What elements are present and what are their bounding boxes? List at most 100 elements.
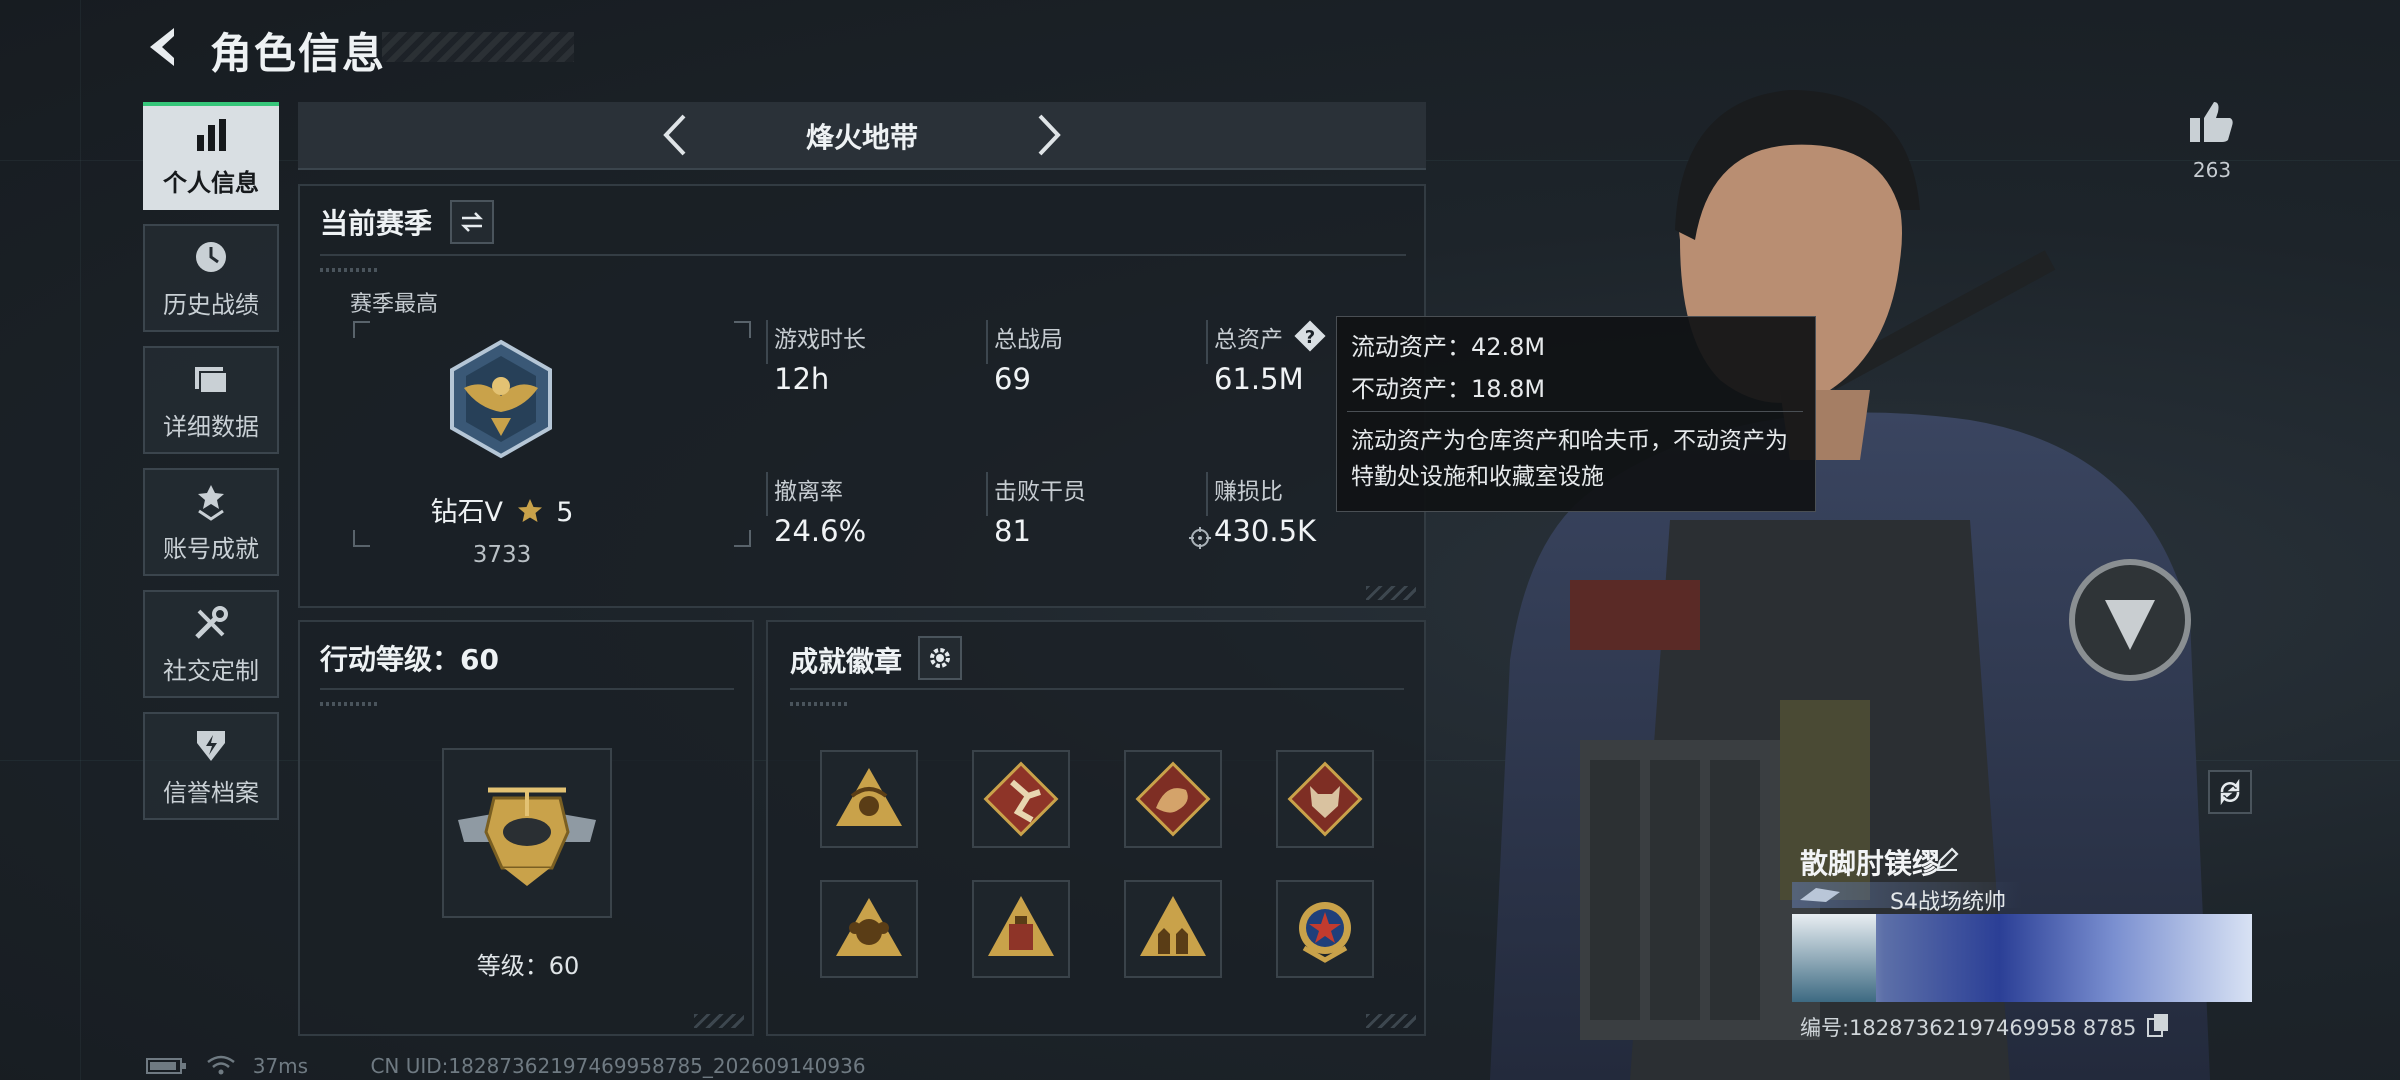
stat-value-assets: 61.5M [1214, 362, 1304, 396]
level-title: 行动等级：60 [320, 643, 499, 676]
like-count: 263 [2192, 158, 2232, 182]
corner-deco [1366, 586, 1416, 600]
stat-marker [1206, 320, 1208, 364]
help-icon[interactable]: ? [1292, 318, 1328, 354]
stat-label-matches: 总战局 [994, 327, 1063, 353]
wolf-badge-icon [1287, 761, 1363, 837]
clock-icon [196, 241, 226, 272]
badges-panel: 成就徽章 [766, 620, 1426, 1036]
sidebar-item-personal-info[interactable]: 个人信息 [143, 102, 279, 210]
badge-slot[interactable] [820, 750, 918, 848]
sidebar-item-detail-data[interactable]: 详细数据 [143, 346, 279, 454]
stat-value-matches: 69 [994, 362, 1031, 396]
avatar[interactable] [1792, 914, 1876, 1002]
divider [320, 254, 1406, 256]
bar-chart-icon [197, 118, 226, 151]
assets-tooltip: 流动资产：42.8M 不动资产：18.8M 流动资产为仓库资产和哈夫币，不动资产… [1336, 316, 1816, 512]
badge-slot[interactable] [820, 880, 918, 978]
tooltip-description: 流动资产为仓库资产和哈夫币，不动资产为特勤处设施和收藏室设施 [1351, 428, 1788, 490]
stat-marker [766, 472, 768, 516]
stat-marker [1206, 472, 1208, 516]
refresh-icon [2220, 778, 2240, 806]
back-arrow-icon[interactable] [140, 22, 190, 72]
badge-slot[interactable] [972, 750, 1070, 848]
rank-name: 钻石V [430, 497, 504, 528]
star-icon [517, 499, 542, 522]
badge-slot[interactable] [1276, 750, 1374, 848]
stat-marker [986, 320, 988, 364]
ping-value: 37ms [252, 1054, 309, 1078]
shield-bolt-icon [197, 730, 225, 761]
season-best-label: 赛季最高 [350, 292, 439, 317]
stat-value-playtime: 12h [774, 362, 830, 396]
player-card-title: S4战场统帅 [1890, 890, 2006, 915]
refresh-button[interactable] [2208, 770, 2252, 814]
wifi-icon [207, 1055, 236, 1075]
sidebar-item-label: 个人信息 [163, 168, 259, 197]
season-switch-button[interactable] [450, 200, 494, 244]
season-panel: 当前赛季 赛季最高 钻石V 5 3733 游戏时长 12h 总战局 69 总资产… [298, 184, 1426, 608]
page-title: 角色信息 [210, 29, 387, 78]
badge-slot[interactable] [1124, 880, 1222, 978]
battery-icon [146, 1058, 186, 1074]
divider-deco [320, 702, 380, 706]
divider [320, 688, 734, 690]
sidebar-item-social[interactable]: 社交定制 [143, 590, 279, 698]
mode-switcher: 烽火地带 [298, 102, 1426, 170]
stat-marker [986, 472, 988, 516]
tooltip-divider [1347, 411, 1803, 412]
divider-deco [320, 268, 380, 272]
tooltip-liquid-assets: 流动资产：42.8M [1351, 333, 1546, 361]
stat-value-extract-rate: 24.6% [774, 514, 867, 548]
badge-settings-button[interactable] [918, 636, 962, 680]
divider [790, 688, 1404, 690]
sidebar-item-label: 社交定制 [163, 656, 259, 685]
stat-label-playtime: 游戏时长 [774, 327, 866, 353]
sidebar-item-reputation[interactable]: 信誉档案 [143, 712, 279, 820]
rank-stars: 5 [556, 497, 574, 528]
achievement-icon [198, 484, 224, 521]
swap-icon [460, 212, 484, 232]
stat-label-extract-rate: 撤离率 [774, 479, 843, 505]
rank-emblem-icon [450, 339, 552, 459]
stat-value-kills: 81 [994, 514, 1031, 548]
season-title: 当前赛季 [320, 207, 433, 240]
crosshair-icon [1189, 527, 1211, 549]
player-nickname: 散脚肘镁缪 [1800, 847, 1941, 880]
level-badge-frame [442, 748, 612, 918]
svg-text:?: ? [1305, 327, 1315, 348]
sidebar-item-label: 详细数据 [163, 412, 259, 441]
badge-slot[interactable] [972, 880, 1070, 978]
folder-icon [195, 366, 228, 394]
chevron-right-icon[interactable] [1020, 108, 1074, 162]
stat-marker [766, 320, 768, 364]
corner-deco [694, 1014, 744, 1028]
level-panel: 行动等级：60 等级：60 [298, 620, 754, 1036]
tools-icon [195, 605, 228, 639]
divider-deco [790, 702, 850, 706]
badge-slot[interactable] [1276, 880, 1374, 978]
uid-footer: CN UID:18287362197469958785_202609140936 [370, 1054, 866, 1078]
star-emblem-badge-icon [1299, 902, 1351, 963]
badge-slot[interactable] [1124, 750, 1222, 848]
tooltip-fixed-assets: 不动资产：18.8M [1351, 375, 1546, 403]
monkey-badge-icon [836, 898, 902, 956]
title-emblem-icon [1800, 888, 1840, 902]
level-caption: 等级：60 [476, 952, 580, 980]
stat-label-profit-ratio: 赚损比 [1214, 479, 1283, 505]
badges-title: 成就徽章 [790, 645, 903, 678]
title-decoration [382, 32, 574, 62]
rank-points: 3733 [472, 542, 532, 568]
helicopter-badge-icon [458, 787, 596, 886]
edit-pencil-icon[interactable] [1934, 846, 1960, 872]
stat-value-profit-ratio: 430.5K [1214, 514, 1317, 548]
status-bar: 37ms CN UID:18287362197469958785_2026091… [146, 1054, 866, 1078]
sidebar-item-history[interactable]: 历史战绩 [143, 224, 279, 332]
stat-label-kills: 击败干员 [994, 479, 1086, 505]
sidebar-item-achievements[interactable]: 账号成就 [143, 468, 279, 576]
runner-badge-icon [983, 761, 1059, 837]
thumbs-up-icon[interactable] [2186, 96, 2238, 148]
stat-label-assets: 总资产 [1214, 327, 1283, 353]
soldiers-badge-icon [1140, 896, 1206, 956]
copy-icon[interactable] [2146, 1012, 2170, 1038]
